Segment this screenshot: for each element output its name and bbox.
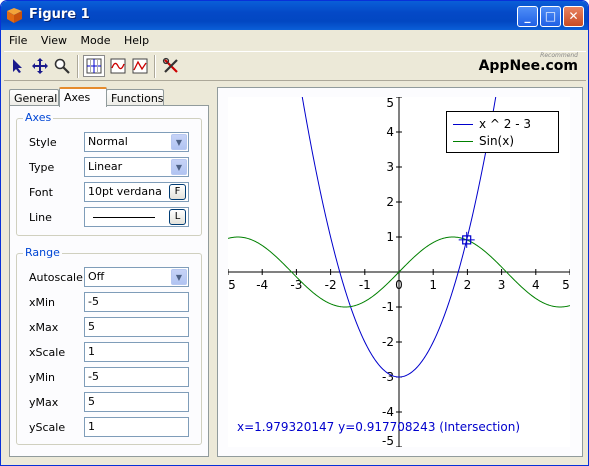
yscale-field[interactable]: 1: [84, 417, 189, 437]
tab-axes[interactable]: Axes: [59, 87, 107, 107]
app-icon: [7, 8, 22, 23]
type-value: Linear: [88, 160, 123, 173]
font-button[interactable]: F: [169, 184, 186, 200]
yscale-label: yScale: [29, 421, 66, 434]
line-sample: [93, 217, 155, 218]
x-tick-label: -3: [290, 278, 302, 292]
type-select[interactable]: Linear ▼: [84, 157, 189, 177]
y-tick-label: 4: [386, 125, 394, 139]
function-plot-icon[interactable]: [107, 55, 129, 77]
chevron-down-icon[interactable]: ▼: [171, 159, 187, 175]
y-tick-label: -5: [382, 434, 394, 447]
legend-swatch: [453, 123, 473, 125]
maximize-button[interactable]: □: [540, 6, 561, 27]
autoscale-select[interactable]: Off ▼: [84, 267, 189, 287]
x-tick-label: 5: [228, 278, 236, 292]
window-title: Figure 1: [29, 7, 90, 22]
font-label: Font: [29, 186, 53, 199]
line-label: Line: [29, 211, 52, 224]
x-tick-label: -2: [325, 278, 337, 292]
app-window: Figure 1 _ □ ✕ File View Mode Help Recom…: [0, 0, 589, 466]
ymax-label: yMax: [29, 396, 59, 409]
axes-panel: Axes Style Normal ▼ Type Linear ▼ Font 1…: [9, 105, 209, 457]
style-value: Normal: [88, 135, 128, 148]
menu-view[interactable]: View: [36, 31, 72, 47]
appnee-logo: Recommend AppNee.com: [478, 52, 578, 74]
axes-group-label: Axes: [23, 111, 54, 124]
legend: x ^ 2 - 3 Sin(x): [446, 111, 559, 153]
font-field[interactable]: 10pt verdana F: [84, 182, 189, 202]
menu-bar: File View Mode Help: [4, 31, 586, 51]
xmax-label: xMax: [29, 321, 59, 334]
settings-tools-icon[interactable]: [160, 55, 182, 77]
y-tick-label: -2: [382, 335, 394, 349]
move-icon[interactable]: [29, 55, 51, 77]
close-button[interactable]: ✕: [563, 6, 584, 27]
autoscale-value: Off: [88, 270, 105, 283]
axes-group: Axes Style Normal ▼ Type Linear ▼ Font 1…: [16, 111, 202, 236]
analysis-icon[interactable]: [129, 55, 151, 77]
xmin-field[interactable]: -5: [84, 292, 189, 312]
tab-functions[interactable]: Functions: [106, 89, 164, 106]
type-label: Type: [29, 161, 55, 174]
x-tick-label: 4: [532, 278, 540, 292]
x-tick-label: 0: [395, 278, 403, 292]
toolbar: Recommend AppNee.com: [4, 51, 586, 81]
menu-mode[interactable]: Mode: [76, 31, 116, 47]
logo-recommend: Recommend: [540, 52, 578, 59]
x-tick-label: 5: [562, 278, 570, 292]
ymax-field[interactable]: 5: [84, 392, 189, 412]
style-select[interactable]: Normal ▼: [84, 132, 189, 152]
ymin-label: yMin: [29, 371, 56, 384]
intersection-readout: x=1.979320147 y=0.917708243 (Intersectio…: [237, 420, 521, 434]
xscale-label: xScale: [29, 346, 66, 359]
title-bar[interactable]: Figure 1 _ □ ✕: [1, 1, 588, 30]
menu-help[interactable]: Help: [119, 31, 154, 47]
y-tick-label: 5: [386, 97, 394, 110]
y-tick-label: -1: [382, 300, 394, 314]
y-tick-label: 3: [386, 160, 394, 174]
x-tick-label: -4: [256, 278, 268, 292]
x-tick-label: 3: [498, 278, 506, 292]
select-arrow-icon[interactable]: [7, 55, 29, 77]
zoom-icon[interactable]: [51, 55, 73, 77]
xscale-field[interactable]: 1: [84, 342, 189, 362]
legend-label: Sin(x): [479, 134, 515, 148]
axes-grid-icon[interactable]: [83, 55, 105, 77]
x-tick-label: 1: [429, 278, 437, 292]
legend-item-sin: Sin(x): [453, 133, 514, 149]
line-field[interactable]: L: [84, 207, 189, 227]
font-value: 10pt verdana: [88, 185, 162, 198]
autoscale-label: Autoscale: [29, 271, 83, 284]
line-button[interactable]: L: [169, 209, 186, 225]
legend-label: x ^ 2 - 3: [479, 117, 532, 131]
xmax-field[interactable]: 5: [84, 317, 189, 337]
x-tick-label: -1: [359, 278, 371, 292]
y-tick-label: -4: [382, 405, 394, 419]
ymin-field[interactable]: -5: [84, 367, 189, 387]
y-tick-label: 1: [386, 230, 394, 244]
chevron-down-icon[interactable]: ▼: [171, 134, 187, 150]
range-group-label: Range: [23, 246, 62, 259]
legend-swatch: [453, 140, 473, 142]
logo-text: AppNee.com: [478, 58, 578, 74]
legend-item-parabola: x ^ 2 - 3: [453, 116, 531, 132]
style-label: Style: [29, 136, 57, 149]
xmin-label: xMin: [29, 296, 56, 309]
x-tick-label: 2: [464, 278, 472, 292]
menu-file[interactable]: File: [4, 31, 32, 47]
y-tick-label: 2: [386, 195, 394, 209]
minimize-button[interactable]: _: [517, 6, 538, 27]
tab-general[interactable]: General: [9, 89, 59, 106]
y-tick-label: -3: [382, 370, 394, 384]
chevron-down-icon[interactable]: ▼: [171, 269, 187, 285]
range-group: Range Autoscale Off ▼ xMin -5 xMax 5 xSc…: [16, 246, 202, 445]
